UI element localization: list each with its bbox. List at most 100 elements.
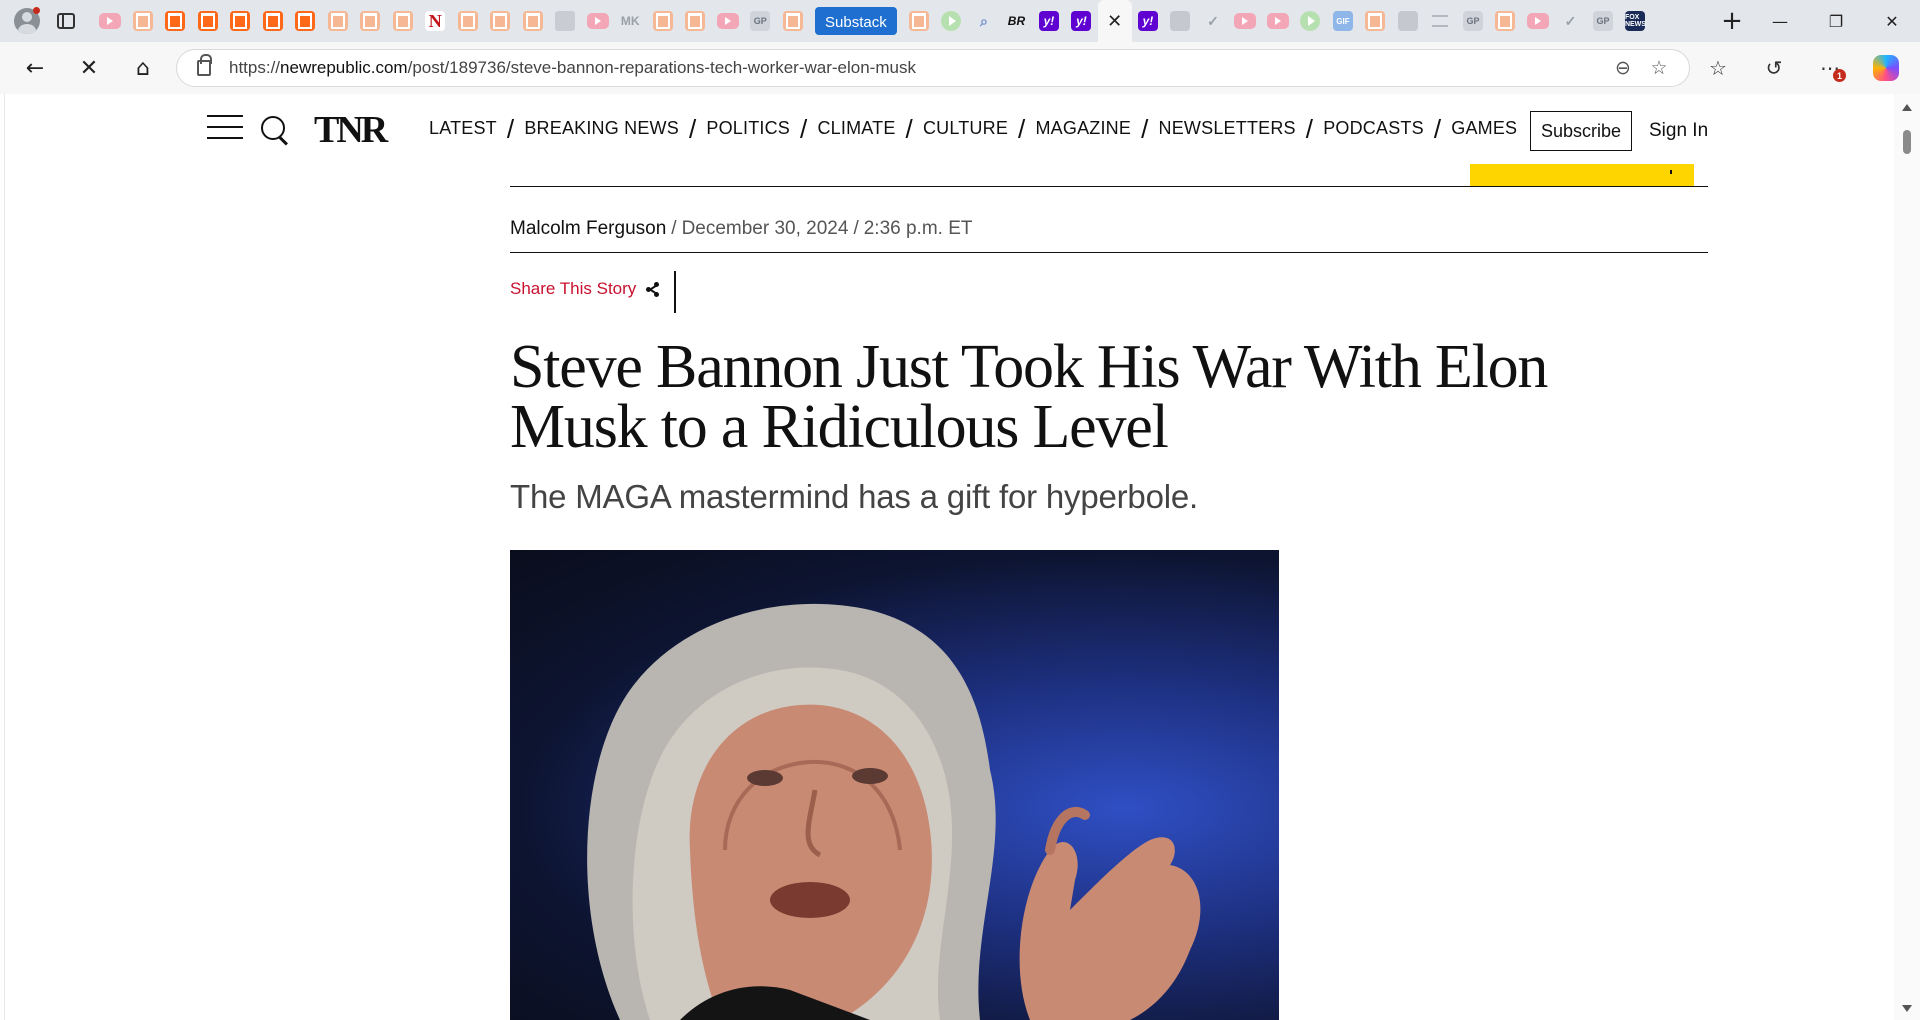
tab-substack[interactable] — [903, 0, 936, 42]
tab-bird[interactable]: ✓ — [1554, 0, 1587, 42]
portrait-photo — [587, 603, 1201, 1020]
tab-search[interactable]: ⌕ — [968, 0, 1001, 42]
promo-banner[interactable] — [1470, 164, 1694, 186]
tab-substack[interactable] — [647, 0, 680, 42]
copilot-icon — [1873, 55, 1899, 81]
tab-gp[interactable]: GP — [1457, 0, 1490, 42]
substack-favicon-icon — [262, 11, 283, 31]
nav-climate[interactable]: CLIMATE — [817, 118, 895, 139]
fox-news-favicon-icon: FOX NEWS — [1625, 11, 1646, 31]
search-icon[interactable] — [259, 114, 291, 146]
scroll-thumb[interactable] — [1903, 130, 1911, 154]
nav-breaking-news[interactable]: BREAKING NEWS — [524, 118, 679, 139]
substack-favicon-icon — [327, 11, 348, 31]
tab-youtube[interactable] — [1522, 0, 1555, 42]
sign-in-link[interactable]: Sign In — [1649, 120, 1708, 142]
author-link[interactable]: Malcolm Ferguson — [510, 218, 666, 239]
tab-substack[interactable] — [679, 0, 712, 42]
tab-fox[interactable]: FOX NEWS — [1619, 0, 1652, 42]
site-logo[interactable]: TNR — [314, 108, 388, 152]
address-bar[interactable]: https://newrepublic.com/post/189736/stev… — [176, 49, 1690, 87]
tab-media[interactable] — [1294, 0, 1327, 42]
tab-yahoo[interactable]: y! — [1132, 0, 1165, 42]
nav-podcasts[interactable]: PODCASTS — [1323, 118, 1424, 139]
tab-substack[interactable] — [354, 0, 387, 42]
tab-substack[interactable] — [452, 0, 485, 42]
tab-gif[interactable]: GIF — [1327, 0, 1360, 42]
tab-youtube[interactable] — [1262, 0, 1295, 42]
tab-substack[interactable] — [224, 0, 257, 42]
scroll-down-arrow-icon[interactable] — [1902, 1005, 1912, 1012]
restore-button[interactable]: ❐ — [1808, 0, 1864, 42]
tab-generic[interactable] — [1392, 0, 1425, 42]
tab-substack[interactable] — [159, 0, 192, 42]
tab-substack-titled[interactable]: Substack — [815, 7, 897, 35]
youtube-favicon-icon — [1234, 13, 1257, 29]
tab-yahoo[interactable]: y! — [1033, 0, 1066, 42]
tab-youtube[interactable] — [712, 0, 745, 42]
copilot-button[interactable] — [1858, 48, 1914, 88]
tab-actions-menu-button[interactable] — [46, 0, 86, 42]
favorite-star-icon[interactable]: ☆ — [1641, 53, 1677, 83]
reading-mode-icon[interactable]: ⊖ — [1605, 53, 1641, 83]
nav-magazine[interactable]: MAGAZINE — [1035, 118, 1131, 139]
home-button[interactable]: ⌂ — [120, 48, 166, 88]
tab-substack[interactable] — [387, 0, 420, 42]
nav-separator: / — [506, 113, 515, 144]
history-button[interactable]: ↺ — [1746, 48, 1802, 88]
nav-latest[interactable]: LATEST — [429, 118, 497, 139]
publish-date: December 30, 2024 — [681, 218, 849, 239]
subscribe-button[interactable]: Subscribe — [1530, 111, 1632, 151]
tab-mk[interactable]: MK — [614, 0, 647, 42]
favorites-button[interactable]: ☆ — [1690, 48, 1746, 88]
tab-substack[interactable] — [289, 0, 322, 42]
tab-substack[interactable] — [322, 0, 355, 42]
tab-br[interactable]: BR — [1000, 0, 1033, 42]
tab-youtube[interactable] — [582, 0, 615, 42]
tab-netflix[interactable]: N — [419, 0, 452, 42]
nav-culture[interactable]: CULTURE — [923, 118, 1008, 139]
nav-games[interactable]: GAMES — [1451, 118, 1517, 139]
substack-favicon-icon — [457, 11, 478, 31]
nav-politics[interactable]: POLITICS — [706, 118, 790, 139]
tab-gp[interactable]: GP — [1587, 0, 1620, 42]
minimize-button[interactable]: — — [1752, 0, 1808, 42]
stop-loading-button[interactable]: ✕ — [66, 48, 112, 88]
tab-substack[interactable] — [1489, 0, 1522, 42]
youtube-favicon-icon — [99, 13, 122, 29]
tab-generic[interactable] — [1424, 0, 1457, 42]
web-page: TNR LATEST / BREAKING NEWS / POLITICS / CLI… — [4, 94, 1894, 1020]
share-story-button[interactable]: Share This Story — [510, 279, 660, 299]
profile-avatar-button[interactable] — [8, 0, 46, 42]
tab-yahoo[interactable]: y! — [1065, 0, 1098, 42]
tab-substack[interactable] — [127, 0, 160, 42]
new-tab-button[interactable]: + — [1712, 0, 1752, 42]
tab-gp[interactable]: GP — [744, 0, 777, 42]
lock-icon[interactable] — [197, 54, 212, 76]
tab-youtube[interactable] — [94, 0, 127, 42]
tab-youtube[interactable] — [1229, 0, 1262, 42]
tab-generic[interactable] — [1164, 0, 1197, 42]
page-scrollbar[interactable] — [1894, 94, 1920, 1020]
close-window-button[interactable]: ✕ — [1864, 0, 1920, 42]
tab-substack[interactable] — [777, 0, 810, 42]
tab-media[interactable] — [935, 0, 968, 42]
settings-more-button[interactable]: ⋯ 1 — [1802, 48, 1858, 88]
nav-newsletters[interactable]: NEWSLETTERS — [1159, 118, 1296, 139]
substack-favicon-icon — [782, 11, 803, 31]
close-tab-icon[interactable]: ✕ — [1107, 11, 1122, 32]
tab-substack[interactable] — [517, 0, 550, 42]
scroll-up-arrow-icon[interactable] — [1902, 104, 1912, 111]
url-text[interactable]: https://newrepublic.com/post/189736/stev… — [229, 58, 1605, 78]
hamburger-menu-icon[interactable] — [207, 115, 243, 139]
back-button[interactable]: ← — [12, 48, 58, 88]
tab-active[interactable]: ✕ — [1097, 0, 1132, 42]
substack-favicon-icon — [132, 11, 153, 31]
tab-bird[interactable]: ✓ — [1197, 0, 1230, 42]
tab-substack[interactable] — [257, 0, 290, 42]
nav-separator: / — [1433, 113, 1442, 144]
tab-substack[interactable] — [1359, 0, 1392, 42]
tab-substack[interactable] — [192, 0, 225, 42]
tab-generic[interactable] — [549, 0, 582, 42]
tab-substack[interactable] — [484, 0, 517, 42]
